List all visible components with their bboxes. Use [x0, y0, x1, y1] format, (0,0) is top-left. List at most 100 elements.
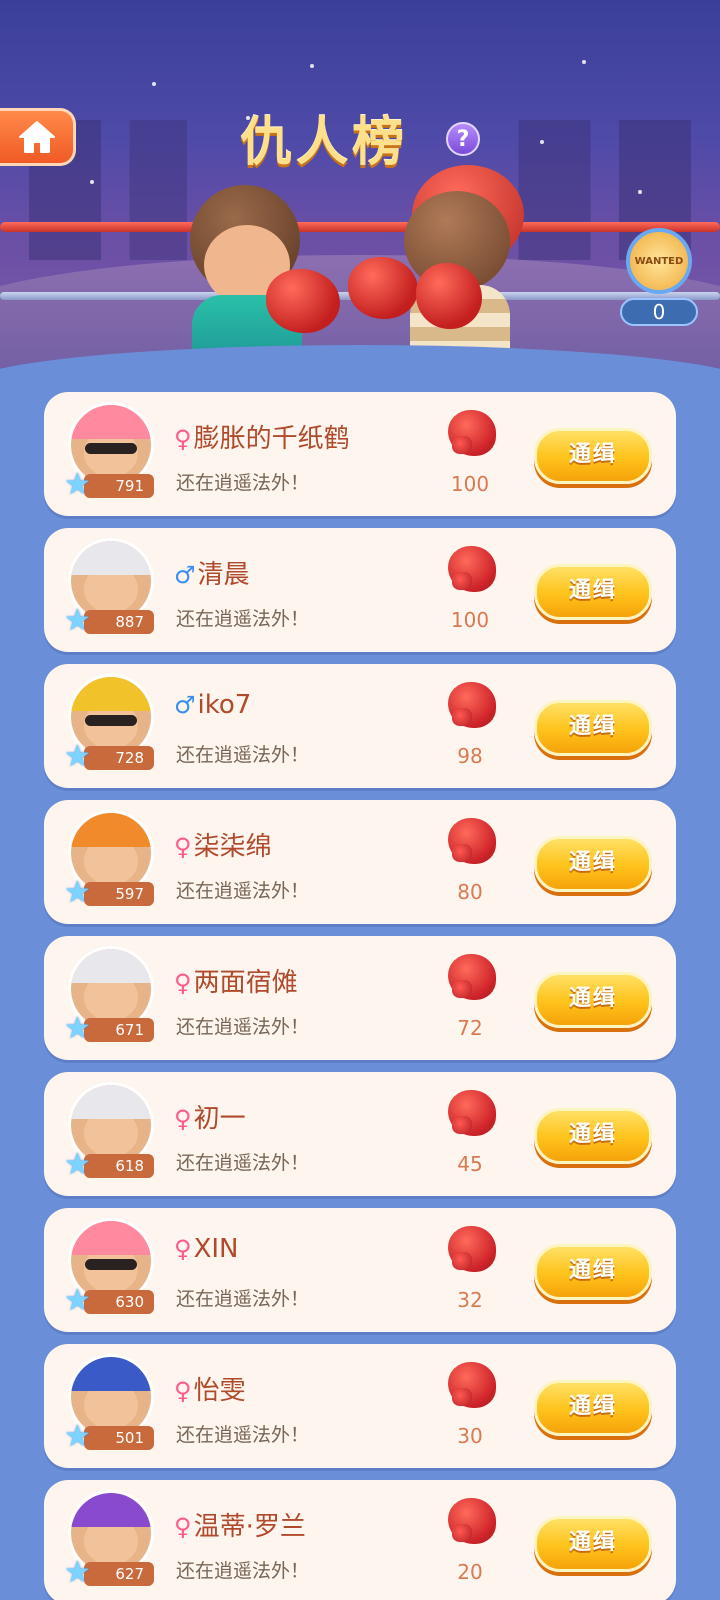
boxing-glove-icon: [448, 1226, 496, 1272]
status-text: 还在逍遥法外！: [176, 744, 310, 766]
list-item: 501 ★ ♀怡雯 还在逍遥法外！ 30 通缉: [44, 1344, 676, 1468]
hit-count: 32: [457, 1288, 483, 1312]
player-name-text: 初一: [193, 1104, 246, 1134]
player-name: ♀柒柒绵: [174, 826, 272, 863]
wanted-poster-icon: WANTED: [626, 228, 692, 294]
boxing-glove-icon: [448, 410, 496, 456]
hit-count: 20: [457, 1560, 483, 1584]
list-item: 887 ★ ♂清晨 还在逍遥法外！ 100 通缉: [44, 528, 676, 652]
level-badge: 728: [84, 746, 154, 770]
hit-count: 98: [457, 744, 483, 768]
header-banner: [0, 0, 720, 390]
gender-icon: ♀: [174, 833, 192, 861]
wanted-button[interactable]: 通缉: [534, 428, 652, 484]
player-name-text: iko7: [197, 690, 252, 720]
player-name-text: XIN: [193, 1234, 239, 1264]
player-name: ♀初一: [174, 1098, 246, 1135]
wanted-button[interactable]: 通缉: [534, 700, 652, 756]
star-icon: ★: [64, 739, 91, 774]
hit-count: 100: [450, 608, 490, 632]
level-badge: 887: [84, 610, 154, 634]
level-badge: 791: [84, 474, 154, 498]
player-name-text: 清晨: [197, 560, 250, 590]
gender-icon: ♀: [174, 1105, 192, 1133]
status-text: 还在逍遥法外！: [176, 608, 310, 630]
player-name: ♀温蒂·罗兰: [174, 1506, 306, 1543]
hit-count: 80: [457, 880, 483, 904]
level-badge: 618: [84, 1154, 154, 1178]
player-name: ♀两面宿傩: [174, 962, 298, 999]
player-name: ♂清晨: [174, 554, 250, 591]
status-text: 还在逍遥法外！: [176, 1288, 310, 1310]
wanted-button[interactable]: 通缉: [534, 564, 652, 620]
list-item: 618 ★ ♀初一 还在逍遥法外！ 45 通缉: [44, 1072, 676, 1196]
star-icon: ★: [64, 1011, 91, 1046]
status-text: 还在逍遥法外！: [176, 1016, 310, 1038]
player-name: ♀怡雯: [174, 1370, 246, 1407]
player-name: ♂iko7: [174, 690, 251, 720]
list-item: 671 ★ ♀两面宿傩 还在逍遥法外！ 72 通缉: [44, 936, 676, 1060]
wanted-button[interactable]: 通缉: [534, 972, 652, 1028]
gender-icon: ♂: [174, 691, 196, 719]
list-item: 791 ★ ♀膨胀的千纸鹤 还在逍遥法外！ 100 通缉: [44, 392, 676, 516]
player-name: ♀膨胀的千纸鹤: [174, 418, 350, 455]
list-item: 597 ★ ♀柒柒绵 还在逍遥法外！ 80 通缉: [44, 800, 676, 924]
gender-icon: ♂: [174, 561, 196, 589]
player-name-text: 两面宿傩: [193, 968, 298, 998]
home-icon: [18, 121, 55, 153]
level-badge: 501: [84, 1426, 154, 1450]
star-icon: ★: [64, 875, 91, 910]
hit-count: 100: [450, 472, 490, 496]
boxing-glove-icon: [448, 546, 496, 592]
gender-icon: ♀: [174, 1235, 192, 1263]
status-text: 还在逍遥法外！: [176, 472, 310, 494]
wanted-button[interactable]: 通缉: [534, 1108, 652, 1164]
gender-icon: ♀: [174, 425, 192, 453]
boxing-glove-icon: [448, 954, 496, 1000]
wanted-button[interactable]: 通缉: [534, 836, 652, 892]
status-text: 还在逍遥法外！: [176, 1560, 310, 1582]
boxing-glove-icon: [448, 818, 496, 864]
hit-count: 30: [457, 1424, 483, 1448]
gender-icon: ♀: [174, 969, 192, 997]
page-title: 仇人榜: [240, 113, 409, 173]
star-icon: ★: [64, 467, 91, 502]
wanted-button[interactable]: 通缉: [534, 1380, 652, 1436]
level-badge: 671: [84, 1018, 154, 1042]
level-badge: 627: [84, 1562, 154, 1586]
help-button[interactable]: ?: [446, 122, 480, 156]
list-item: 627 ★ ♀温蒂·罗兰 还在逍遥法外！ 20 通缉: [44, 1480, 676, 1600]
hit-count: 45: [457, 1152, 483, 1176]
player-name: ♀XIN: [174, 1234, 239, 1264]
list-item: 630 ★ ♀XIN 还在逍遥法外！ 32 通缉: [44, 1208, 676, 1332]
status-text: 还在逍遥法外！: [176, 1424, 310, 1446]
star-icon: ★: [64, 1555, 91, 1590]
list-item: 728 ★ ♂iko7 还在逍遥法外！ 98 通缉: [44, 664, 676, 788]
star-icon: ★: [64, 1419, 91, 1454]
gender-icon: ♀: [174, 1377, 192, 1405]
wanted-button[interactable]: 通缉: [534, 1244, 652, 1300]
hit-count: 72: [457, 1016, 483, 1040]
gender-icon: ♀: [174, 1513, 192, 1541]
ring-rope: [0, 222, 720, 232]
player-name-text: 怡雯: [193, 1376, 246, 1406]
star-icon: ★: [64, 1147, 91, 1182]
player-name-text: 柒柒绵: [193, 832, 272, 862]
home-button[interactable]: [0, 108, 76, 166]
player-name-text: 温蒂·罗兰: [193, 1512, 306, 1542]
boxing-glove-icon: [448, 1362, 496, 1408]
boxing-glove-icon: [448, 682, 496, 728]
player-name-text: 膨胀的千纸鹤: [193, 424, 350, 454]
wanted-count: 0: [620, 298, 698, 326]
enemy-list: 791 ★ ♀膨胀的千纸鹤 还在逍遥法外！ 100 通缉 887 ★ ♂清晨 还…: [44, 392, 676, 1600]
wanted-button[interactable]: 通缉: [534, 1516, 652, 1572]
boxing-glove-icon: [448, 1498, 496, 1544]
star-icon: ★: [64, 603, 91, 638]
star-icon: ★: [64, 1283, 91, 1318]
status-text: 还在逍遥法外！: [176, 1152, 310, 1174]
level-badge: 630: [84, 1290, 154, 1314]
wanted-badge[interactable]: WANTED 0: [620, 228, 698, 328]
level-badge: 597: [84, 882, 154, 906]
status-text: 还在逍遥法外！: [176, 880, 310, 902]
boxing-glove-icon: [448, 1090, 496, 1136]
